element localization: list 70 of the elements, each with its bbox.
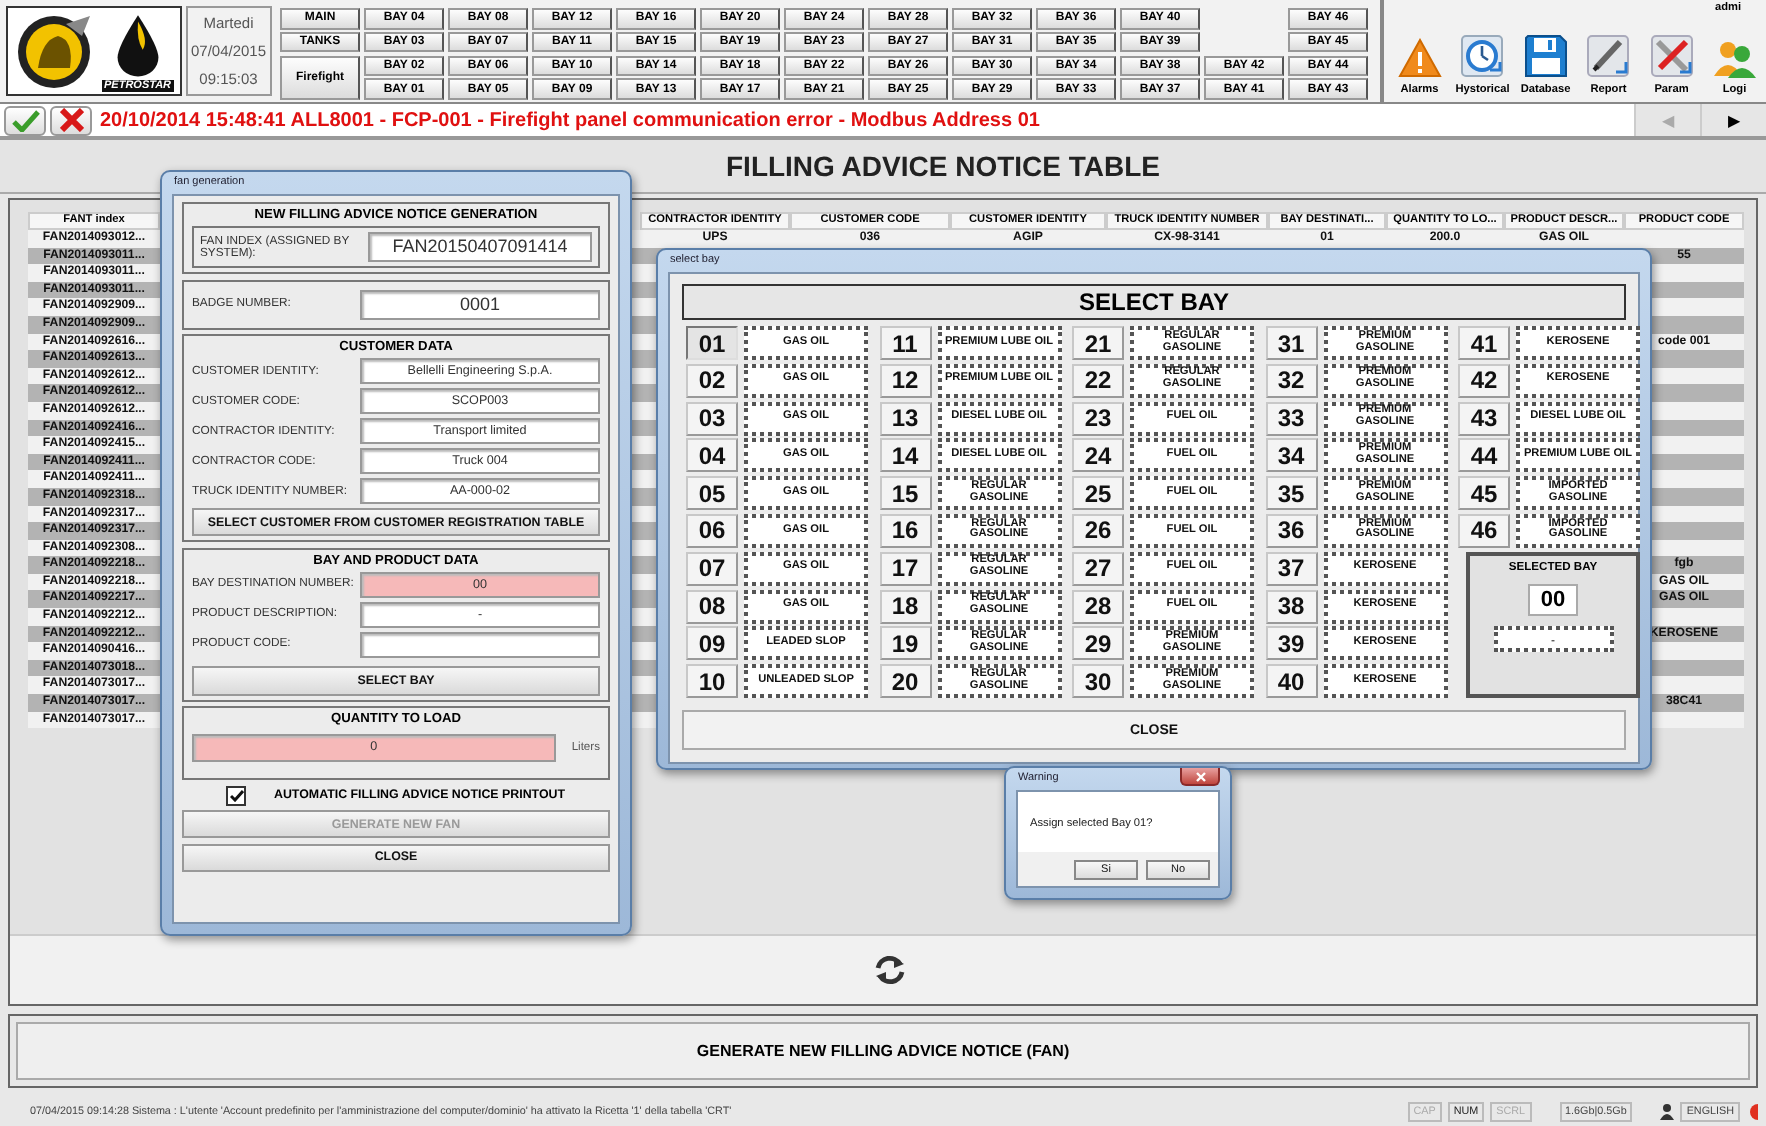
bay-number-button[interactable]: 25 <box>1072 476 1124 511</box>
bay-number-button[interactable]: 31 <box>1265 326 1317 360</box>
users-icon[interactable] <box>1712 38 1757 78</box>
bay-number-button[interactable]: 44 <box>1458 438 1510 473</box>
bay-number-button[interactable]: 03 <box>686 401 738 436</box>
bay-number-button[interactable]: 08 <box>686 589 738 624</box>
page-title: FILLING ADVICE NOTICE TABLE <box>726 150 1160 182</box>
text-field[interactable]: 0001 <box>360 289 600 319</box>
bay-number-button[interactable]: 14 <box>879 438 931 473</box>
bay-number-button[interactable]: 17 <box>879 551 931 586</box>
bay-number-button[interactable]: 45 <box>1458 476 1510 511</box>
bay-number-button[interactable]: 23 <box>1072 401 1124 436</box>
bay-number-button[interactable]: 15 <box>879 476 931 511</box>
close-button[interactable] <box>1180 768 1220 786</box>
generate-fan-button[interactable]: GENERATE NEW FILLING ADVICE NOTICE (FAN) <box>16 1022 1750 1080</box>
warning-icon[interactable] <box>1397 38 1442 78</box>
bay-number-button[interactable]: 40 <box>1265 664 1317 699</box>
tools-icon[interactable] <box>1649 34 1694 78</box>
bay-number-button[interactable]: 37 <box>1265 551 1317 586</box>
bay-number-button[interactable]: 33 <box>1265 401 1317 436</box>
bay-number-button[interactable]: 29 <box>1072 626 1124 661</box>
bay-number-button[interactable]: 16 <box>879 513 931 548</box>
bay-number-button[interactable]: 06 <box>686 513 738 548</box>
dialog-heading: SELECT BAY <box>682 284 1626 320</box>
cross-icon <box>59 108 83 132</box>
person-icon <box>1660 1104 1675 1120</box>
check-icon <box>11 109 39 131</box>
bay-number-button[interactable]: 18 <box>879 589 931 624</box>
bay-number-button[interactable]: 05 <box>686 476 738 511</box>
bay-number-button[interactable]: 28 <box>1072 589 1124 624</box>
bay-number-button[interactable]: 38 <box>1265 589 1317 624</box>
bay-number-button[interactable]: 34 <box>1265 438 1317 473</box>
bay-number-button[interactable]: 01 <box>686 326 738 360</box>
clock-icon[interactable] <box>1460 34 1505 78</box>
bay-number-button[interactable]: 10 <box>686 664 738 699</box>
checkbox[interactable] <box>226 785 246 805</box>
reset-button[interactable] <box>50 105 92 135</box>
text-field[interactable] <box>360 631 600 657</box>
bay-number-button[interactable]: 07 <box>686 551 738 586</box>
emblem-icon <box>14 11 94 91</box>
bay-number-button[interactable]: 43 <box>1458 401 1510 436</box>
bay-number-button[interactable]: 09 <box>686 626 738 661</box>
bay-number-button[interactable]: 41 <box>1458 326 1510 360</box>
bay-number-button[interactable]: 39 <box>1265 626 1317 661</box>
bay-number-button[interactable]: 13 <box>879 401 931 436</box>
alarm-message: 20/10/2014 15:48:41 ALL8001 - FCP-001 - Firefight panel communication error - Modbus Address 01 <box>100 109 1040 131</box>
selected-bay-number: 00 <box>1528 583 1578 616</box>
bay-number-button[interactable]: 11 <box>879 326 931 360</box>
bay-number-button[interactable]: 26 <box>1072 513 1124 548</box>
bay-number-button[interactable]: 27 <box>1072 551 1124 586</box>
bay-number-button[interactable]: 02 <box>686 363 738 398</box>
bay-number-button[interactable]: 32 <box>1265 363 1317 398</box>
acknowledge-button[interactable] <box>4 105 46 135</box>
bay-number-button[interactable]: 42 <box>1458 363 1510 398</box>
scroll-button[interactable]: ▶ <box>1700 104 1766 136</box>
bay-number-button[interactable]: 35 <box>1265 476 1317 511</box>
bay-number-button[interactable]: 36 <box>1265 513 1317 548</box>
close-icon <box>1195 771 1205 781</box>
pencil-icon[interactable] <box>1586 34 1631 78</box>
refresh-icon[interactable] <box>874 954 906 986</box>
text-field[interactable]: FAN20150407091414 <box>368 232 592 262</box>
bay-number-button[interactable]: 12 <box>879 363 931 398</box>
bay-number-button[interactable]: 19 <box>879 626 931 661</box>
bay-number-button[interactable]: 22 <box>1072 363 1124 398</box>
bay-number-button[interactable]: 30 <box>1072 664 1124 699</box>
bay-number-button[interactable]: 20 <box>879 664 931 699</box>
bay-number-button[interactable]: 04 <box>686 438 738 473</box>
bay-number-button[interactable]: 46 <box>1458 513 1510 548</box>
bay-number-button[interactable]: 24 <box>1072 438 1124 473</box>
bay-number-button[interactable]: 21 <box>1072 326 1124 360</box>
